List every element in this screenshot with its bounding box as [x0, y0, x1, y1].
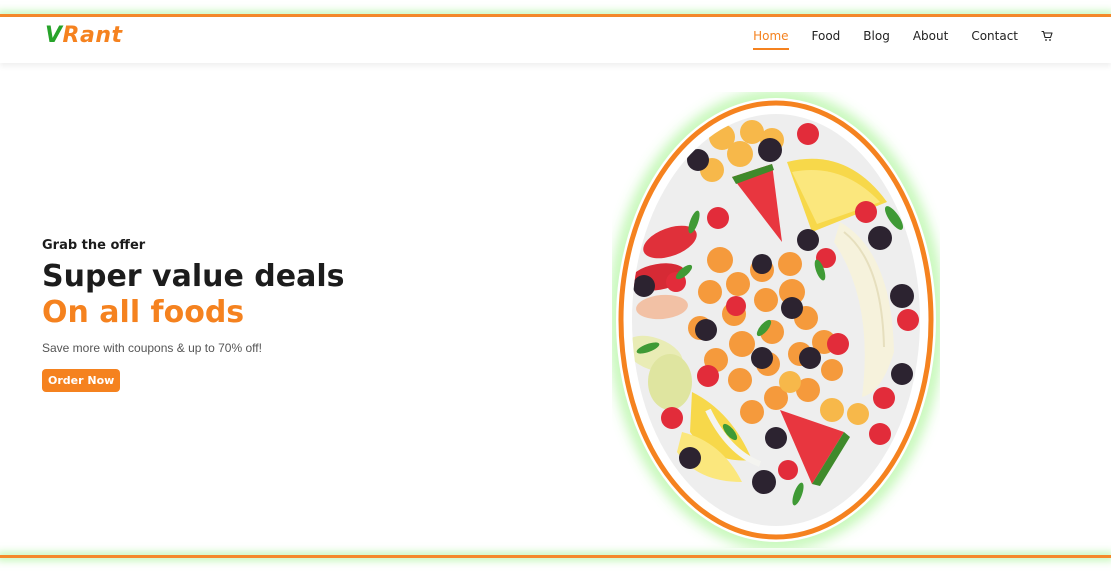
hero-eyebrow: Grab the offer	[42, 238, 146, 253]
logo-letter-v: V	[45, 23, 63, 48]
brand-logo[interactable]: VRant	[45, 23, 123, 48]
nav-food[interactable]: Food	[812, 29, 841, 43]
hero-content: Grab the offer Super value deals On all …	[42, 238, 344, 392]
fruit-plate-illustration	[610, 92, 942, 548]
order-now-button[interactable]: Order Now	[42, 369, 121, 392]
hero-headline-accent: On all foods	[42, 295, 245, 330]
bottom-accent-border	[0, 555, 1111, 558]
logo-text-rest: Rant	[62, 23, 123, 48]
nav-about[interactable]: About	[913, 29, 948, 43]
nav-blog[interactable]: Blog	[863, 29, 890, 43]
page: VRant Home Food Blog About Contact Grab …	[0, 0, 1111, 572]
hero-subtext: Save more with coupons & up to 70% off!	[42, 341, 262, 355]
main-nav: Home Food Blog About Contact	[730, 29, 1053, 50]
hero-headline: Super value deals	[42, 259, 345, 294]
nav-home[interactable]: Home	[753, 29, 789, 50]
nav-contact[interactable]: Contact	[971, 29, 1018, 43]
hero-image	[610, 92, 942, 548]
cart-icon[interactable]	[1041, 30, 1053, 42]
site-header: VRant Home Food Blog About Contact	[0, 17, 1111, 63]
